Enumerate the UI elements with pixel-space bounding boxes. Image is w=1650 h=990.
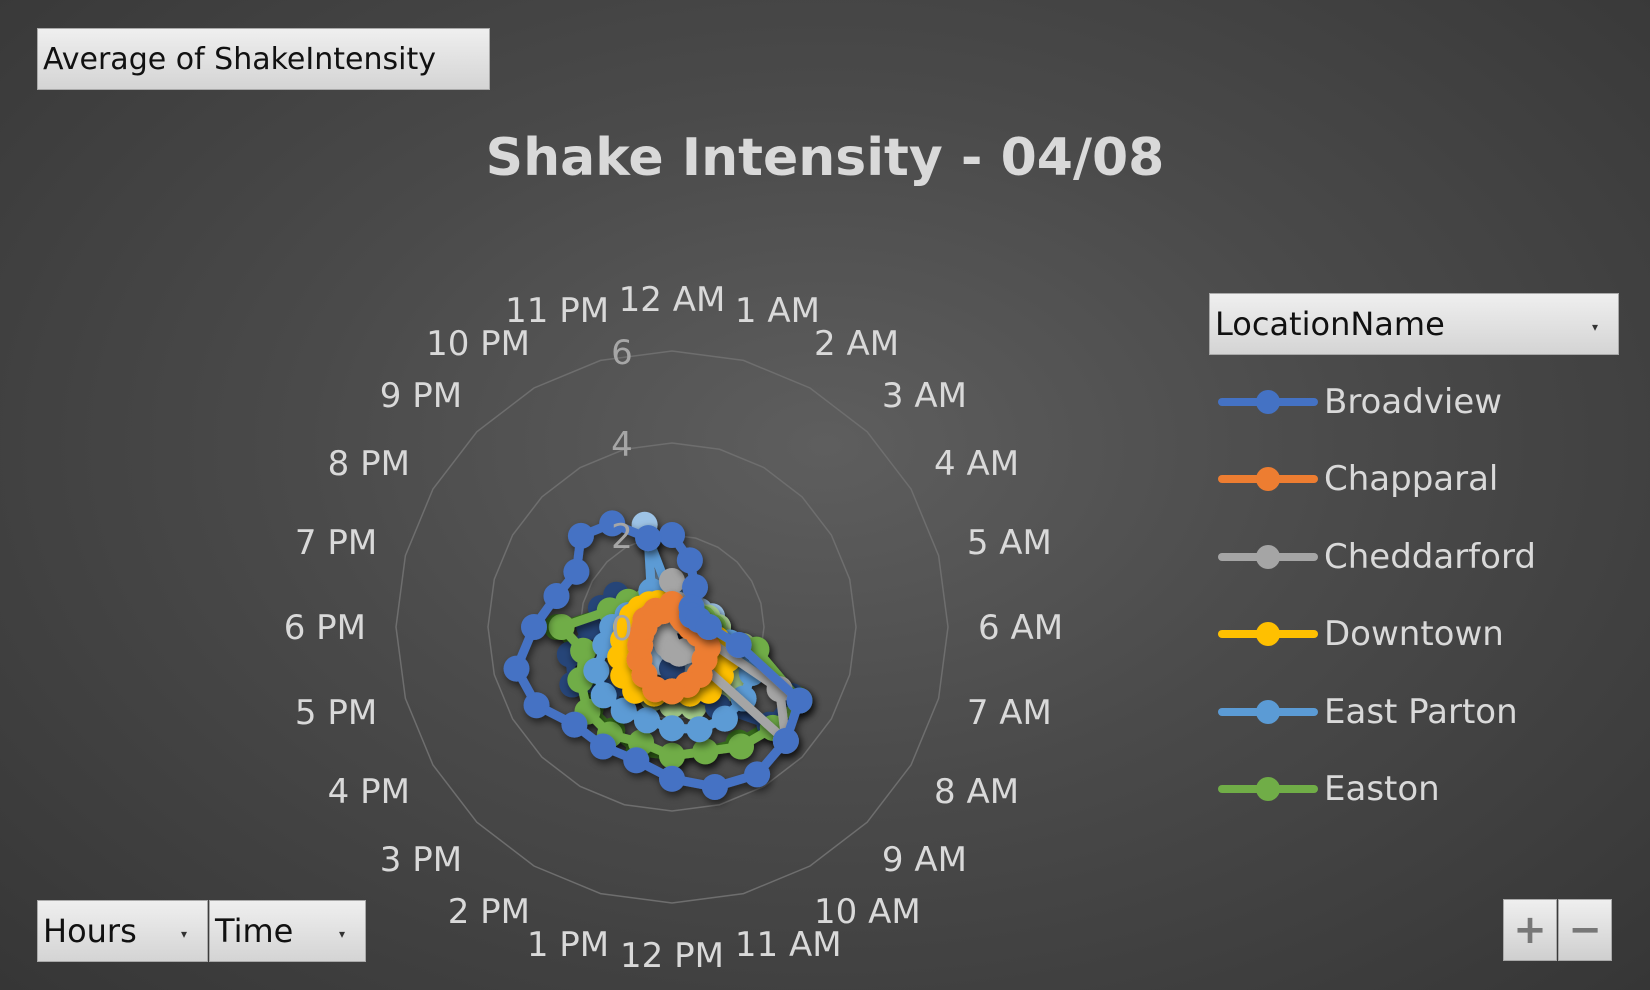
legend-label: Downtown (1324, 614, 1504, 655)
legend-item-east-parton[interactable]: East Parton (1218, 673, 1536, 751)
category-label: 8 AM (934, 772, 1019, 812)
legend-swatch-icon (1218, 699, 1318, 724)
legend-item-broadview[interactable]: Broadview (1218, 363, 1536, 441)
data-point (561, 711, 588, 738)
category-label: 5 AM (967, 523, 1052, 563)
data-point (772, 727, 799, 754)
data-point (583, 657, 610, 684)
radial-tick-label: 4 (611, 425, 633, 465)
data-point (521, 614, 547, 640)
category-label: 4 AM (934, 444, 1019, 484)
radial-tick-label: 2 (611, 517, 633, 557)
category-label: 1 PM (527, 925, 609, 965)
time-field-label: Time (215, 912, 294, 950)
legend-item-easton[interactable]: Easton (1218, 751, 1536, 829)
data-point (711, 705, 738, 732)
legend-field-label: LocationName (1215, 305, 1445, 343)
data-point (744, 761, 771, 788)
data-point (659, 522, 685, 548)
data-point (654, 596, 681, 623)
category-label: 9 PM (380, 376, 462, 416)
legend-swatch-icon (1218, 544, 1318, 569)
legend-swatch-icon (1218, 622, 1318, 647)
data-point (692, 738, 719, 765)
legend-label: Cheddarford (1324, 536, 1536, 577)
data-point (633, 707, 660, 734)
category-label: 8 PM (328, 444, 410, 484)
chevron-down-icon: ▾ (1591, 319, 1598, 334)
legend-swatch-icon (1218, 777, 1318, 802)
data-point (701, 773, 728, 800)
legend-field-dropdown[interactable]: LocationName ▾ (1209, 293, 1619, 355)
legend-swatch-icon (1218, 389, 1318, 414)
category-label: 6 AM (978, 608, 1063, 648)
data-point (590, 682, 617, 709)
data-point (635, 525, 662, 552)
category-label: 7 AM (967, 693, 1052, 733)
legend-item-chapparal[interactable]: Chapparal (1218, 441, 1536, 519)
category-label: 11 PM (505, 291, 609, 331)
legend-item-downtown[interactable]: Downtown (1218, 596, 1536, 674)
hours-field-dropdown[interactable]: Hours ▾ (37, 900, 208, 962)
data-point (725, 631, 752, 658)
data-point (659, 742, 685, 769)
radial-tick-label: 6 (611, 333, 633, 373)
data-point (728, 733, 754, 760)
category-label: 7 PM (295, 523, 377, 563)
data-point (543, 583, 570, 610)
category-label: 2 AM (814, 324, 899, 364)
legend-item-cheddarford[interactable]: Cheddarford (1218, 518, 1536, 596)
data-point (567, 522, 594, 549)
data-point (659, 765, 685, 792)
category-label: 3 PM (380, 840, 462, 880)
data-point (659, 568, 685, 594)
legend-label: Chapparal (1324, 459, 1499, 500)
hours-field-label: Hours (43, 912, 137, 950)
data-point (786, 687, 813, 714)
legend-label: East Parton (1324, 691, 1518, 732)
category-label: 3 AM (882, 376, 967, 416)
legend-label: Broadview (1324, 381, 1503, 422)
chart-legend: Broadview Chapparal Cheddarford Downtown Eas… (1218, 363, 1536, 828)
data-point (686, 716, 713, 743)
category-label: 4 PM (328, 772, 410, 812)
radar-series (503, 510, 813, 800)
data-point (590, 733, 616, 760)
category-label: 11 AM (735, 925, 842, 965)
time-field-dropdown[interactable]: Time ▾ (209, 900, 366, 962)
category-label: 2 PM (448, 892, 530, 932)
category-label: 12 AM (619, 280, 726, 320)
zoom-out-button[interactable]: − (1558, 899, 1612, 961)
category-label: 1 AM (735, 291, 820, 331)
data-point (523, 692, 550, 719)
legend-swatch-icon (1218, 467, 1318, 492)
chevron-down-icon: ▾ (338, 926, 345, 941)
minus-icon: − (1568, 907, 1602, 953)
radial-tick-label: 0 (611, 609, 633, 649)
data-point (676, 547, 703, 574)
category-label: 9 AM (882, 840, 967, 880)
data-point (563, 558, 590, 585)
legend-label: Easton (1324, 769, 1440, 810)
category-label: 5 PM (295, 693, 377, 733)
category-label: 6 PM (284, 608, 366, 648)
data-point (623, 747, 650, 774)
category-label: 12 PM (620, 936, 724, 976)
chevron-down-icon: ▾ (180, 926, 187, 941)
data-point (695, 614, 722, 640)
data-point (659, 715, 685, 742)
data-point (503, 655, 530, 682)
zoom-in-button[interactable]: + (1503, 899, 1557, 961)
plus-icon: + (1513, 907, 1547, 953)
data-point (548, 614, 575, 640)
